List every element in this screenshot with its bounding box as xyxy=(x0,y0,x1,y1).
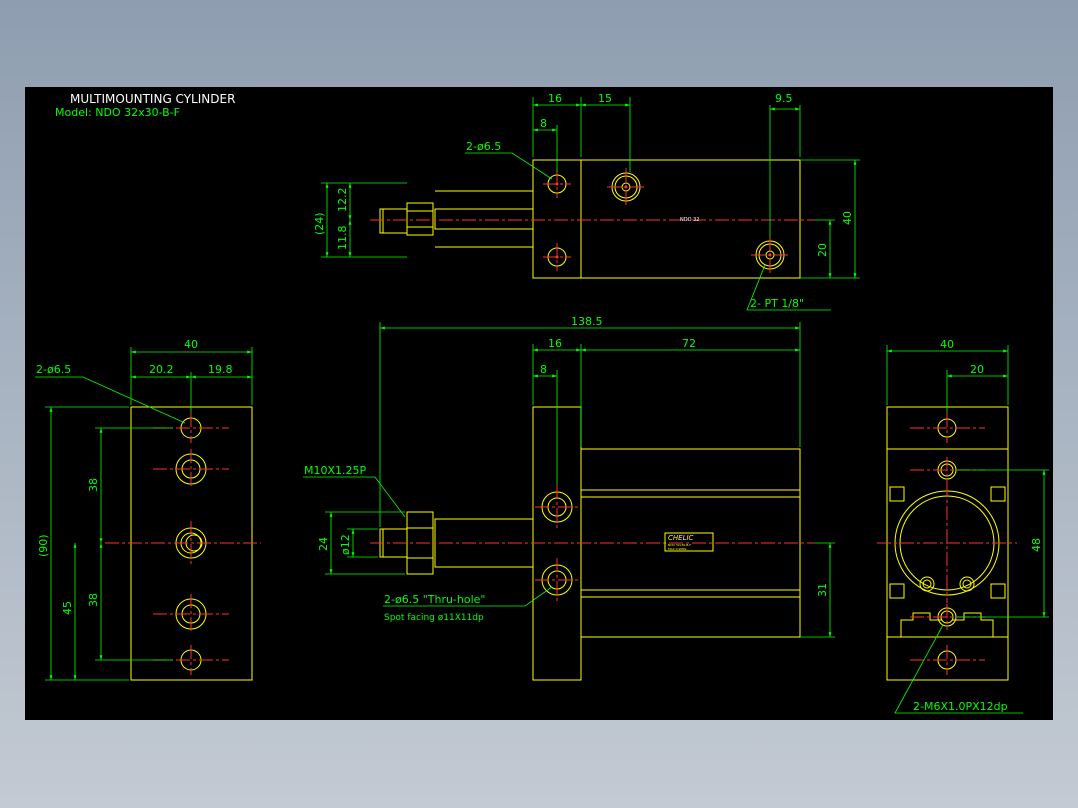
chelic-logo: CHELIC NDO 32x30-B-F MAX 0.9MPa xyxy=(664,532,714,552)
svg-text:31: 31 xyxy=(816,583,829,597)
svg-text:24: 24 xyxy=(317,537,330,551)
svg-text:48: 48 xyxy=(1030,538,1043,552)
svg-text:(90): (90) xyxy=(37,534,50,557)
right-view: 40 20 48 2-M6X1.0PX12dp xyxy=(877,338,1049,714)
svg-text:138.5: 138.5 xyxy=(571,315,603,328)
top-port-upper xyxy=(607,168,645,206)
svg-text:40: 40 xyxy=(184,338,198,351)
svg-text:38: 38 xyxy=(87,593,100,607)
right-hole-bottom xyxy=(910,645,985,675)
svg-text:8: 8 xyxy=(540,363,547,376)
top-hole-lower xyxy=(543,243,571,271)
svg-text:9.5: 9.5 xyxy=(775,92,793,105)
cad-drawing-canvas[interactable]: MULTIMOUNTING CYLINDER Model: NDO 32x30-… xyxy=(25,87,1053,720)
front-hole-upper xyxy=(535,485,579,529)
svg-text:ø12: ø12 xyxy=(339,534,352,555)
front-hole-lower xyxy=(535,558,579,602)
top-hole-callout: 2-ø6.5 xyxy=(466,140,501,153)
svg-text:19.8: 19.8 xyxy=(208,363,233,376)
svg-text:(24): (24) xyxy=(313,212,326,235)
svg-text:15: 15 xyxy=(598,92,612,105)
left-hole-callout: 2-ø6.5 xyxy=(36,363,71,376)
svg-text:8: 8 xyxy=(540,117,547,130)
front-thread-callout: M10X1.25P xyxy=(304,464,367,477)
top-port-lower xyxy=(751,236,789,274)
front-view: CHELIC NDO 32x30-B-F MAX 0.9MPa 138.5 16… xyxy=(303,315,835,681)
svg-text:20: 20 xyxy=(970,363,984,376)
top-hole-upper xyxy=(543,170,571,198)
right-tap-callout: 2-M6X1.0PX12dp xyxy=(913,700,1008,713)
model-label: Model: NDO 32x30-B-F xyxy=(55,106,180,119)
svg-text:11.8: 11.8 xyxy=(336,226,349,251)
svg-text:38: 38 xyxy=(87,478,100,492)
top-body-label: NDO 32 xyxy=(680,217,699,223)
left-view: 40 20.2 19.8 (90) 45 38 38 2-ø6.5 xyxy=(35,338,261,681)
svg-text:72: 72 xyxy=(682,337,696,350)
right-hole-top xyxy=(910,413,985,443)
left-rod-end xyxy=(105,521,261,565)
svg-text:45: 45 xyxy=(61,601,74,615)
left-dimensions: 40 20.2 19.8 (90) 45 38 38 2-ø6.5 xyxy=(35,338,253,681)
front-hole-callout: 2-ø6.5 "Thru-hole" xyxy=(384,593,486,606)
svg-text:40: 40 xyxy=(841,211,854,225)
drawing-title: MULTIMOUNTING CYLINDER xyxy=(70,92,235,106)
top-port-callout: 2- PT 1/8" xyxy=(750,297,804,310)
svg-text:20.2: 20.2 xyxy=(149,363,174,376)
svg-text:CHELIC: CHELIC xyxy=(668,534,694,542)
svg-text:40: 40 xyxy=(940,338,954,351)
front-spot-callout: Spot facing ø11X11dp xyxy=(384,613,484,623)
svg-text:12.2: 12.2 xyxy=(336,188,349,213)
right-dimensions: 40 20 48 2-M6X1.0PX12dp xyxy=(886,338,1049,714)
top-dimensions: 16 15 8 9.5 40 20 (24) 12.2 11.8 2-ø6.5 … xyxy=(313,92,860,311)
left-counterbore-upper xyxy=(153,449,229,489)
svg-text:20: 20 xyxy=(816,243,829,257)
left-counterbore-lower xyxy=(153,594,229,634)
svg-text:MAX 0.9MPa: MAX 0.9MPa xyxy=(668,547,687,551)
svg-text:16: 16 xyxy=(548,92,562,105)
cad-drawing: MULTIMOUNTING CYLINDER Model: NDO 32x30-… xyxy=(35,92,1049,714)
svg-text:16: 16 xyxy=(548,337,562,350)
top-view: NDO 32 16 15 8 9.5 40 20 (24) 12.2 11.8 … xyxy=(313,92,860,311)
